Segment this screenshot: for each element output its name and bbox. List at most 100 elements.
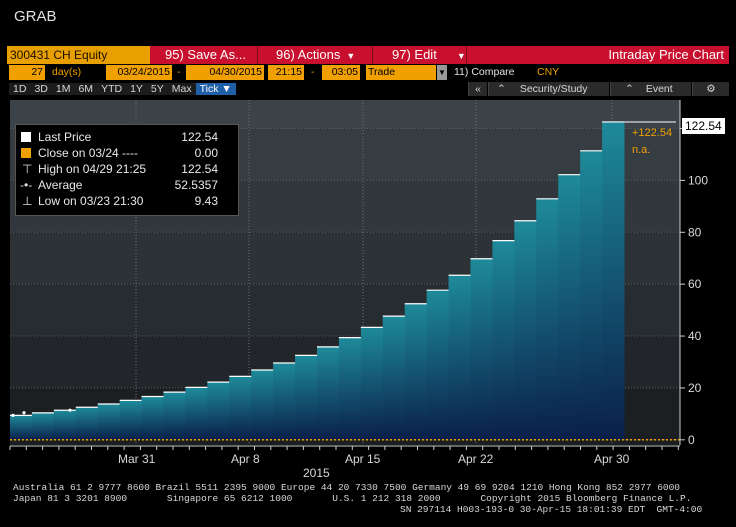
price-step-fill bbox=[602, 121, 625, 440]
legend-value: 122.54 bbox=[181, 130, 218, 144]
actions-label: 96) Actions bbox=[276, 47, 341, 62]
type-dropdown-icon[interactable]: ▼ bbox=[437, 65, 447, 80]
price-step-fill bbox=[229, 376, 252, 440]
legend-label: High on 04/29 21:25 bbox=[38, 162, 147, 176]
y-tick-label: 20 bbox=[688, 381, 702, 395]
end-date-input[interactable]: 04/30/2015 bbox=[186, 65, 264, 80]
range-selector: 1D 3D 1M 6M YTD 1Y 5Y Max Tick ▼ bbox=[9, 82, 236, 96]
days-unit-label: day(s) bbox=[52, 66, 82, 78]
low-marker-icon: ⊥ bbox=[22, 194, 33, 208]
time-separator: - bbox=[311, 66, 315, 78]
average-marker bbox=[68, 408, 72, 412]
chevron-down-icon: ▼ bbox=[456, 51, 466, 61]
footer-session-info: SN 297114 H003-193-0 30-Apr-15 18:01:39 … bbox=[400, 504, 703, 515]
range-1m[interactable]: 1M bbox=[51, 83, 75, 95]
range-1d[interactable]: 1D bbox=[9, 83, 31, 95]
save-as-label: 95) Save As... bbox=[165, 47, 246, 62]
price-step-fill bbox=[536, 198, 559, 440]
price-step-fill bbox=[10, 415, 33, 440]
start-date-input[interactable]: 03/24/2015 bbox=[106, 65, 172, 80]
price-step-fill bbox=[426, 290, 450, 440]
legend-row-low[interactable]: ⊥ Low on 03/23 21:30 9.43 bbox=[16, 193, 238, 209]
actions-menu[interactable]: 96) Actions ▼ bbox=[276, 46, 355, 64]
price-step-fill bbox=[317, 346, 340, 440]
type-select[interactable]: Trade bbox=[366, 65, 436, 80]
average-marker bbox=[11, 413, 15, 417]
currency-label: CNY bbox=[537, 66, 560, 78]
price-step-fill bbox=[295, 355, 318, 440]
price-step-fill bbox=[492, 240, 515, 440]
compare-button[interactable]: 11) Compare bbox=[454, 65, 515, 80]
y-axis: 020406080100120 bbox=[679, 100, 708, 447]
legend-label: Last Price bbox=[38, 130, 92, 144]
y-tick-label: 100 bbox=[688, 173, 708, 187]
edit-label: 97) Edit bbox=[392, 47, 437, 62]
price-change-label: +122.54 bbox=[632, 127, 673, 139]
range-tick[interactable]: Tick ▼ bbox=[195, 83, 236, 95]
end-time-input[interactable]: 03:05 bbox=[322, 65, 360, 80]
edit-menu[interactable]: 97) Edit ▼ bbox=[392, 46, 466, 64]
toolbar-divider bbox=[372, 46, 373, 64]
range-max[interactable]: Max bbox=[167, 83, 196, 95]
x-tick-label: Apr 15 bbox=[345, 452, 381, 466]
days-input[interactable]: 27 bbox=[9, 65, 45, 80]
price-step-fill bbox=[338, 337, 362, 440]
price-step-fill bbox=[360, 327, 384, 440]
price-step-fill bbox=[558, 174, 581, 440]
collapse-button[interactable]: « bbox=[468, 82, 487, 96]
price-step-fill bbox=[75, 407, 99, 440]
legend-panel: Last Price 122.54 Close on 03/24 ---- 0.… bbox=[15, 124, 239, 216]
legend-row-average[interactable]: -•- Average 52.5357 bbox=[16, 177, 238, 193]
y-tick-label: 0 bbox=[688, 433, 695, 447]
toolbar-divider bbox=[466, 46, 467, 64]
x-tick-label: Apr 22 bbox=[458, 452, 494, 466]
price-step-fill bbox=[119, 400, 143, 440]
price-step-fill bbox=[382, 316, 406, 440]
legend-row-last-price[interactable]: Last Price 122.54 bbox=[16, 129, 238, 145]
average-marker bbox=[22, 411, 26, 415]
price-step-fill bbox=[580, 150, 603, 440]
range-ytd[interactable]: YTD bbox=[97, 83, 127, 95]
high-marker-icon: ⊤ bbox=[22, 162, 33, 176]
security-study-button[interactable]: ⌃ Security/Study bbox=[488, 82, 609, 96]
price-step-fill bbox=[31, 412, 55, 440]
price-step-fill bbox=[273, 363, 296, 440]
legend-row-close[interactable]: Close on 03/24 ---- 0.00 bbox=[16, 145, 238, 161]
y-tick-label: 40 bbox=[688, 329, 702, 343]
legend-value: 122.54 bbox=[181, 162, 218, 176]
range-1y[interactable]: 1Y bbox=[126, 83, 147, 95]
date-separator: - bbox=[177, 66, 181, 78]
x-tick-label: Apr 8 bbox=[231, 452, 260, 466]
average-marker-icon: -•- bbox=[20, 178, 33, 192]
footer-contacts-line1: Australia 61 2 9777 8600 Brazil 5511 239… bbox=[13, 482, 681, 493]
range-3d[interactable]: 3D bbox=[30, 83, 52, 95]
y-tick-label: 80 bbox=[688, 225, 702, 239]
toolbar-divider bbox=[257, 46, 258, 64]
x-tick-label: Mar 31 bbox=[118, 452, 156, 466]
start-time-input[interactable]: 21:15 bbox=[268, 65, 304, 80]
legend-row-high[interactable]: ⊤ High on 04/29 21:25 122.54 bbox=[16, 161, 238, 177]
x-axis-year: 2015 bbox=[303, 466, 330, 480]
range-6m[interactable]: 6M bbox=[74, 83, 98, 95]
close-swatch bbox=[21, 148, 31, 158]
price-step-fill bbox=[185, 387, 208, 440]
footer-contacts-line2: Japan 81 3 3201 8900 Singapore 65 6212 1… bbox=[13, 493, 692, 504]
event-label: Event bbox=[645, 83, 673, 95]
security-study-label: Security/Study bbox=[519, 83, 588, 95]
chevron-up-icon: ⌃ bbox=[625, 83, 634, 95]
range-5y[interactable]: 5Y bbox=[146, 83, 168, 95]
x-axis bbox=[9, 445, 680, 450]
legend-label: Close on 03/24 ---- bbox=[38, 146, 139, 160]
price-step-fill bbox=[141, 396, 164, 440]
chevron-up-icon: ⌃ bbox=[497, 83, 506, 95]
save-as-button[interactable]: 95) Save As... bbox=[165, 46, 246, 64]
legend-label: Low on 03/23 21:30 bbox=[38, 194, 144, 208]
price-step-fill bbox=[514, 220, 537, 440]
ticker-field[interactable]: 300431 CH Equity bbox=[7, 46, 150, 64]
legend-label: Average bbox=[38, 178, 83, 192]
price-step-fill bbox=[163, 392, 186, 440]
gear-icon[interactable]: ⚙ bbox=[692, 82, 729, 96]
chart-name: Intraday Price Chart bbox=[608, 47, 724, 62]
event-button[interactable]: ⌃ Event bbox=[610, 82, 691, 96]
chevron-down-icon: ▼ bbox=[346, 51, 356, 61]
